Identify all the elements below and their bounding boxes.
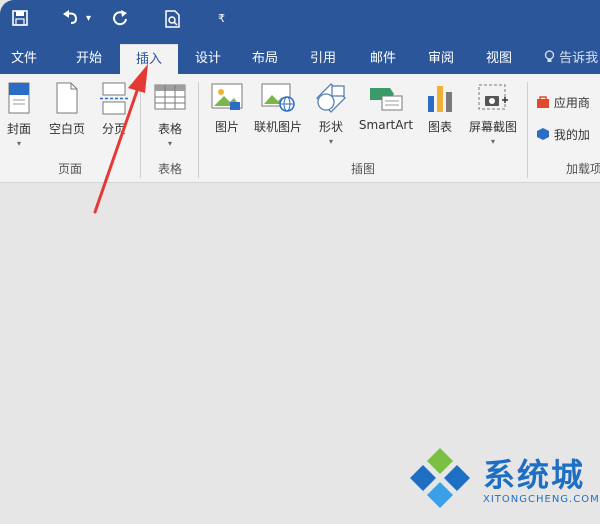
watermark: 系统城 XITONGCHENG.COM xyxy=(405,444,599,514)
watermark-logo-icon xyxy=(410,448,470,508)
watermark-subtext: XITONGCHENG.COM xyxy=(483,494,600,505)
watermark-text: 系统城 xyxy=(483,456,586,494)
